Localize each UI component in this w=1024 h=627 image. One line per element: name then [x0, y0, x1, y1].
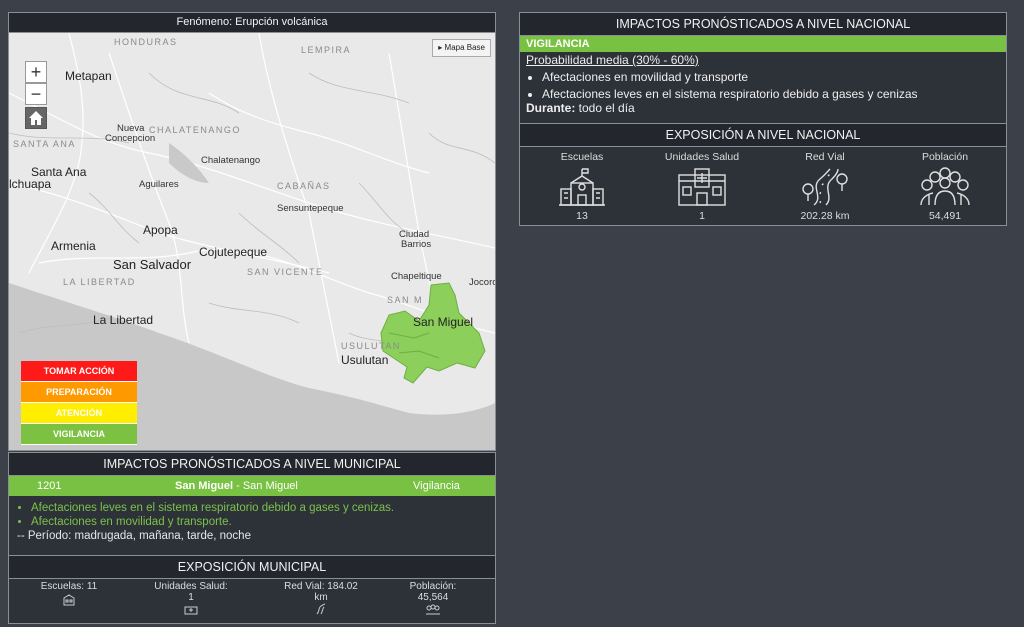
municipal-period: -- Período: madrugada, mañana, tarde, no…: [17, 530, 251, 542]
map-canvas[interactable]: HONDURAS LEMPIRA Metapan Nueva Concepcio…: [9, 33, 495, 450]
home-button[interactable]: [25, 107, 47, 129]
exposure-label: Red Vial: [805, 151, 845, 163]
map-label: Chalatenango: [201, 155, 261, 166]
national-level-badge: VIGILANCIA: [520, 36, 1006, 52]
legend-atencion: ATENCIÓN: [21, 403, 137, 424]
national-impact-list: Afectaciones en movilidad y transporte A…: [520, 67, 918, 104]
alert-legend: TOMAR ACCIÓN PREPARACIÓN ATENCIÓN VIGILA…: [21, 361, 137, 445]
zoom-in-button[interactable]: +: [25, 61, 47, 83]
map-label: Metapan: [65, 69, 112, 83]
map-label: HONDURAS: [114, 37, 178, 47]
national-impacts-title: IMPACTOS PRONÓSTICADOS A NIVEL NACIONAL: [520, 13, 1006, 36]
map-label: Armenia: [51, 239, 96, 253]
map-label: lchuapa: [9, 177, 52, 191]
exposure-value: 13: [576, 210, 588, 222]
municipality-row[interactable]: 1201 San Miguel - San Miguel Vigilancia: [9, 476, 495, 496]
list-item: Afectaciones en movilidad y transporte: [542, 70, 918, 84]
national-duration: Durante: todo el día: [526, 101, 635, 115]
duration-value: todo el día: [575, 101, 635, 115]
home-icon: [29, 111, 43, 125]
basemap-button[interactable]: ▸ Mapa Base: [432, 39, 491, 57]
map-label: CABAÑAS: [277, 181, 331, 191]
municipal-exposure-health: Unidades Salud: 1: [141, 581, 241, 618]
map-label: SANTA ANA: [13, 139, 76, 149]
municipal-exposure-schools: Escuelas: 11: [19, 581, 119, 609]
map-label: Concepcion: [105, 133, 156, 144]
municipality-name: San Miguel: [175, 480, 234, 492]
exposure-label: Escuelas: [560, 151, 604, 163]
national-impacts-panel: IMPACTOS PRONÓSTICADOS A NIVEL NACIONAL …: [519, 12, 1007, 226]
municipality-code: 1201: [37, 480, 62, 492]
exposure-label: Escuelas: 11: [40, 581, 98, 592]
national-exposure-population: Población 54,491: [895, 151, 995, 222]
hospital-icon: [184, 606, 198, 615]
school-icon: [63, 594, 75, 606]
map-label: Jocoro: [469, 277, 495, 288]
map-label: CHALATENANGO: [149, 125, 241, 135]
population-icon: [426, 604, 440, 615]
national-probability: Probabilidad media (30% - 60%): [526, 53, 699, 67]
map-label: Apopa: [143, 223, 178, 237]
legend-preparacion: PREPARACIÓN: [21, 382, 137, 403]
exposure-label: Red Vial: 184.02: [284, 581, 358, 592]
map-label: Aguilares: [139, 179, 179, 190]
school-icon: [559, 168, 605, 206]
national-exposure-roads: Red Vial 202.28 km: [775, 151, 875, 222]
map-panel: Fenómeno: Erupción volcánica HONDURAS LE…: [8, 12, 496, 451]
exposure-label: Población:: [409, 581, 457, 592]
municipal-impacts-panel: IMPACTOS PRONÓSTICADOS A NIVEL MUNICIPAL…: [8, 452, 496, 624]
list-item: Afectaciones leves en el sistema respira…: [31, 502, 495, 514]
national-exposure-health: Unidades Salud 1: [652, 151, 752, 222]
duration-label: Durante:: [526, 101, 576, 115]
exposure-value: 1: [699, 210, 705, 222]
map-label: LA LIBERTAD: [63, 277, 136, 287]
zoom-out-button[interactable]: −: [25, 83, 47, 105]
exposure-value: km: [314, 592, 328, 603]
municipal-impact-list: Afectaciones leves en el sistema respira…: [9, 502, 495, 528]
municipality-level: Vigilancia: [413, 480, 460, 492]
exposure-label: Unidades Salud:: [154, 581, 228, 592]
map-label: LEMPIRA: [301, 45, 352, 55]
map-title: Fenómeno: Erupción volcánica: [9, 13, 495, 33]
map-label: SAN M: [387, 295, 424, 305]
list-item: Afectaciones en movilidad y transporte.: [31, 516, 495, 528]
map-label: SAN VICENTE: [247, 267, 324, 277]
map-label: USULUTAN: [341, 341, 401, 351]
basemap-label: Mapa Base: [444, 43, 485, 52]
municipal-exposure-population: Población: 45,564: [383, 581, 483, 618]
municipality-department: - San Miguel: [233, 480, 298, 492]
municipal-impacts-title: IMPACTOS PRONÓSTICADOS A NIVEL MUNICIPAL: [9, 453, 495, 476]
map-label: San Salvador: [113, 257, 192, 272]
exposure-label: Unidades Salud: [664, 151, 740, 163]
exposure-value: 45,564: [417, 592, 449, 603]
map-label: Usulutan: [341, 353, 389, 367]
map-label: Barrios: [401, 239, 432, 250]
legend-vigilancia: VIGILANCIA: [21, 424, 137, 445]
map-label: San Miguel: [413, 315, 474, 329]
map-label: Chapeltique: [391, 271, 442, 282]
road-icon: [316, 603, 326, 615]
legend-tomar-accion: TOMAR ACCIÓN: [21, 361, 137, 382]
national-exposure-title: EXPOSICIÓN A NIVEL NACIONAL: [520, 123, 1006, 147]
hospital-icon: [678, 168, 726, 206]
municipal-exposure-roads: Red Vial: 184.02 km: [271, 581, 371, 618]
municipal-exposure-title: EXPOSICIÓN MUNICIPAL: [9, 556, 495, 579]
list-item: Afectaciones leves en el sistema respira…: [542, 87, 918, 101]
exposure-value: 202.28 km: [800, 210, 850, 222]
map-label: La Libertad: [93, 313, 154, 327]
exposure-label: Población: [921, 151, 969, 163]
national-exposure-schools: Escuelas 13: [532, 151, 632, 222]
exposure-value: 54,491: [928, 210, 962, 222]
road-icon: [802, 168, 848, 206]
map-label: Sensuntepeque: [277, 203, 344, 214]
exposure-value: 1: [188, 592, 194, 603]
population-icon: [920, 167, 970, 206]
map-label: Cojutepeque: [199, 245, 268, 259]
